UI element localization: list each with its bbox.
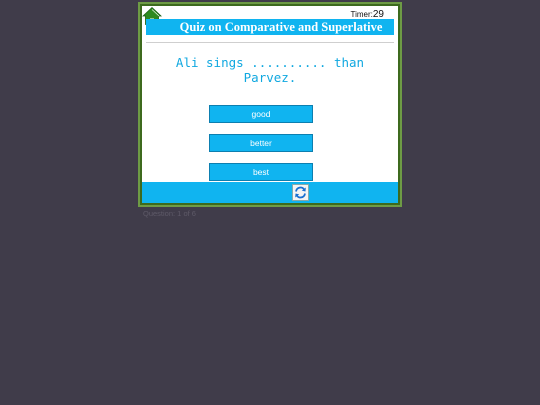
timer-label: Timer: [350, 10, 373, 19]
divider [146, 42, 394, 43]
footer-bar [142, 182, 398, 203]
option-best-button[interactable]: best [209, 163, 313, 181]
quiz-frame-inner: Timer:29 Quiz on Comparative and Superla… [140, 4, 400, 205]
quiz-card: Timer:29 Quiz on Comparative and Superla… [141, 6, 398, 203]
option-better-button[interactable]: better [209, 134, 313, 152]
option-good-button[interactable]: good [209, 105, 313, 123]
quiz-title: Quiz on Comparative and Superlative [146, 19, 394, 35]
quiz-frame: Timer:29 Quiz on Comparative and Superla… [138, 2, 402, 207]
question-text: Ali sings .......... than Parvez. [175, 55, 365, 85]
refresh-icon [295, 186, 306, 199]
refresh-button[interactable] [292, 184, 309, 201]
question-counter: Question: 1 of 6 [143, 209, 196, 218]
